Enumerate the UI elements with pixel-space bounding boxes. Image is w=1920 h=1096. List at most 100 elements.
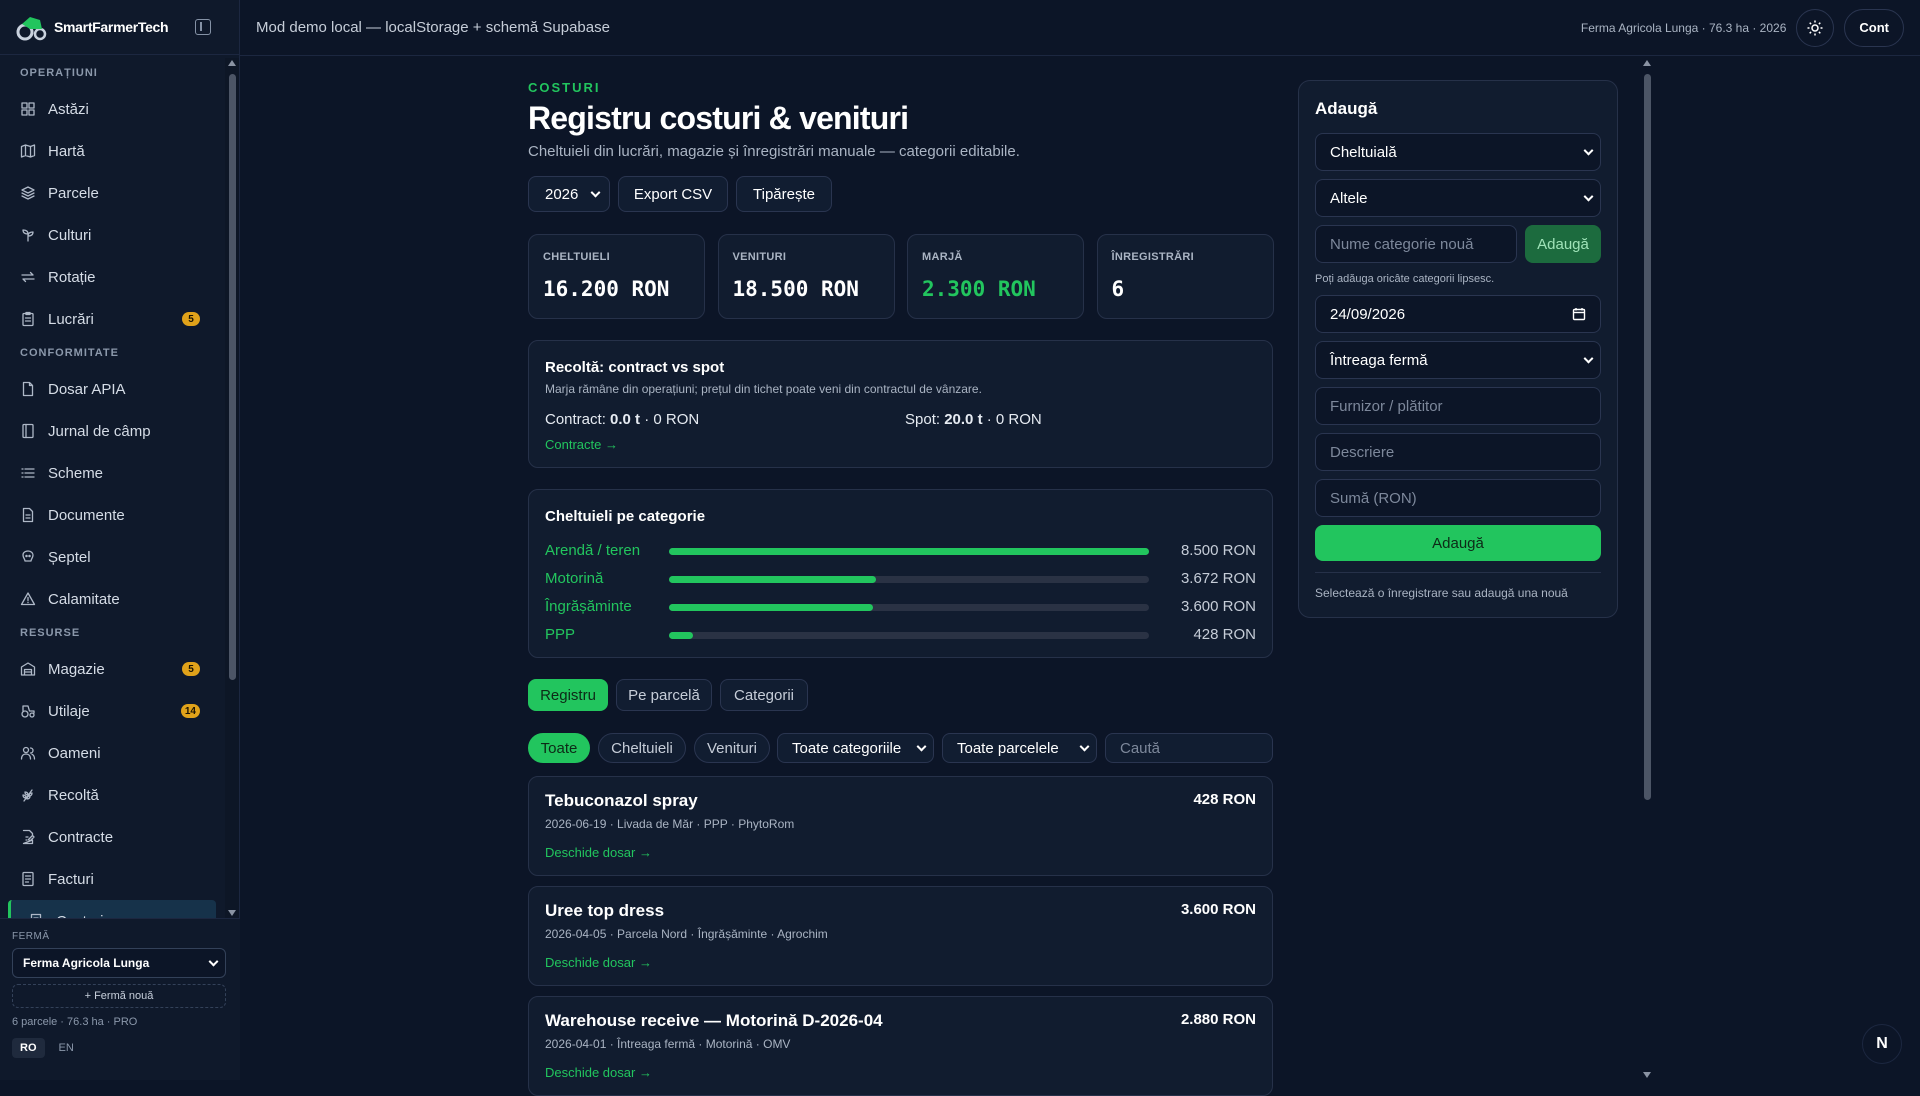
sidebar-item-jurnal-de-camp[interactable]: Jurnal de câmp [0, 410, 224, 452]
amount-input[interactable]: Sumă (RON) [1315, 479, 1601, 517]
submit-entry-button[interactable]: Adaugă [1315, 525, 1601, 561]
print-button[interactable]: Tipărește [736, 176, 832, 212]
panel-footer-text: Selectează o înregistrare sau adaugă una… [1315, 586, 1568, 600]
category-filter-select[interactable]: Toate categoriile [777, 733, 934, 763]
sidebar-item-label: Magazie [48, 660, 105, 678]
record-card[interactable]: Uree top dress 3.600 RON 2026-04-05 · Parc… [528, 886, 1273, 986]
sidebar-section-title: RESURSE [20, 627, 81, 639]
scroll-up-icon[interactable] [1643, 60, 1651, 66]
contract-label: Contract: [545, 411, 606, 428]
sidebar-item-lucrari[interactable]: Lucrări 5 [0, 298, 224, 340]
spot-summary: Spot: 20.0 t · 0 RON [905, 411, 1042, 428]
new-farm-button[interactable]: + Fermă nouă [12, 984, 226, 1008]
tab-registru[interactable]: Registru [528, 679, 608, 711]
open-record-link[interactable]: Deschide dosar → [545, 1065, 652, 1080]
theme-toggle-button[interactable] [1796, 8, 1835, 47]
grid-icon [20, 101, 36, 117]
amount-placeholder: Sumă (RON) [1330, 489, 1417, 507]
mode-text: Mod demo local — localStorage + schemă S… [256, 19, 610, 36]
sidebar-item-magazie[interactable]: Magazie 5 [0, 648, 224, 690]
warehouse-icon [20, 661, 36, 677]
category-bar [669, 632, 1149, 639]
sidebar-item-oameni[interactable]: Oameni [0, 732, 224, 774]
add-category-button[interactable]: Adaugă [1525, 225, 1601, 263]
main-scrollbar[interactable] [1640, 56, 1654, 1080]
contracts-link[interactable]: Contracte → [545, 437, 618, 452]
sidebar-item-dosar-apia[interactable]: Dosar APIA [0, 368, 224, 410]
sidebar-collapse-icon[interactable] [195, 19, 211, 35]
open-record-link[interactable]: Deschide dosar → [545, 955, 652, 970]
sidebar-item-facturi[interactable]: Facturi [0, 858, 224, 900]
chevron-down-icon [1583, 191, 1594, 202]
invoice-icon [20, 871, 36, 887]
farm-select-value: Ferma Agricola Lunga [23, 956, 150, 970]
open-record-link[interactable]: Deschide dosar → [545, 845, 652, 860]
record-amount: 2.880 RON [1180, 1011, 1256, 1028]
entry-category-select[interactable]: Altele [1315, 179, 1601, 217]
filter-all-chip[interactable]: Toate [528, 733, 590, 763]
sidebar-item-parcele[interactable]: Parcele [0, 172, 224, 214]
scroll-up-icon[interactable] [228, 60, 236, 66]
sidebar-item-harta[interactable]: Hartă [0, 130, 224, 172]
sidebar-section-title: CONFORMITATE [20, 347, 119, 359]
lang-en-button[interactable]: EN [51, 1038, 82, 1058]
sidebar-scrollbar[interactable] [225, 58, 239, 918]
stat-label: VENITURI [732, 251, 787, 263]
farm-select[interactable]: Ferma Agricola Lunga [12, 948, 226, 978]
category-name[interactable]: Îngrășăminte [545, 598, 632, 615]
tab-categorii[interactable]: Categorii [720, 679, 808, 711]
sidebar-item-costuri[interactable]: Costuri [8, 900, 216, 918]
category-amount: 428 RON [1193, 626, 1256, 643]
entry-type-select[interactable]: Cheltuială [1315, 133, 1601, 171]
sidebar-item-recolta[interactable]: Recoltă [0, 774, 224, 816]
sidebar-item-scheme[interactable]: Scheme [0, 452, 224, 494]
new-category-input[interactable]: Nume categorie nouă [1315, 225, 1517, 263]
parcel-filter-select[interactable]: Toate parcelele [942, 733, 1097, 763]
sidebar-item-culturi[interactable]: Culturi [0, 214, 224, 256]
export-csv-button[interactable]: Export CSV [618, 176, 728, 212]
supplier-input[interactable]: Furnizor / plătitor [1315, 387, 1601, 425]
sidebar-item-rotatie[interactable]: Rotație [0, 256, 224, 298]
category-amount: 3.672 RON [1180, 570, 1256, 587]
topbar: Mod demo local — localStorage + schemă S… [240, 0, 1920, 56]
category-name[interactable]: Motorină [545, 570, 603, 587]
search-input[interactable]: Caută [1105, 733, 1273, 763]
assistant-fab[interactable]: N [1862, 1024, 1902, 1064]
record-card[interactable]: Warehouse receive — Motorină D-2026-04 2.… [528, 996, 1273, 1096]
record-amount: 3.600 RON [1180, 901, 1256, 918]
calendar-icon[interactable] [1572, 307, 1586, 321]
category-name[interactable]: PPP [545, 626, 575, 643]
stat-card: CHELTUIELI 16.200 RON [528, 234, 705, 319]
scroll-down-icon[interactable] [228, 910, 236, 916]
category-name[interactable]: Arendă / teren [545, 542, 640, 559]
sidebar-item-label: Jurnal de câmp [48, 422, 151, 440]
description-input[interactable]: Descriere [1315, 433, 1601, 471]
sidebar-item-documente[interactable]: Documente [0, 494, 224, 536]
sidebar-item-label: Calamitate [48, 590, 120, 608]
record-card[interactable]: Tebuconazol spray 428 RON 2026-06-19 · Liv… [528, 776, 1273, 876]
date-input[interactable]: 24/09/2026 [1315, 295, 1601, 333]
scrollbar-thumb[interactable] [229, 74, 236, 680]
count-badge: 14 [180, 704, 200, 718]
sidebar-item-septel[interactable]: Șeptel [0, 536, 224, 578]
filter-income-chip[interactable]: Venituri [694, 733, 770, 763]
scroll-down-icon[interactable] [1643, 1072, 1651, 1078]
scrollbar-thumb[interactable] [1644, 74, 1651, 800]
harvest-title: Recoltă: contract vs spot [545, 359, 725, 376]
sprout-icon [20, 227, 36, 243]
spot-label: Spot: [905, 411, 941, 428]
tab-pe-parcela[interactable]: Pe parcelă [616, 679, 712, 711]
lang-ro-button[interactable]: RO [12, 1038, 45, 1058]
repeat-icon [20, 269, 36, 285]
scope-select[interactable]: Întreaga fermă [1315, 341, 1601, 379]
record-meta: 2026-06-19 · Livada de Măr · PPP · Phyto… [545, 817, 795, 831]
brand-name[interactable]: SmartFarmerTech [54, 19, 169, 35]
sidebar-item-utilaje[interactable]: Utilaje 14 [0, 690, 224, 732]
document-icon [20, 507, 36, 523]
sidebar-item-astazi[interactable]: Astăzi [0, 88, 224, 130]
sidebar-item-calamitate[interactable]: Calamitate [0, 578, 224, 620]
sidebar-item-contracte[interactable]: Contracte [0, 816, 224, 858]
year-select[interactable]: 2026 [528, 176, 610, 212]
account-button[interactable]: Cont [1844, 8, 1904, 47]
filter-expenses-chip[interactable]: Cheltuieli [598, 733, 686, 763]
